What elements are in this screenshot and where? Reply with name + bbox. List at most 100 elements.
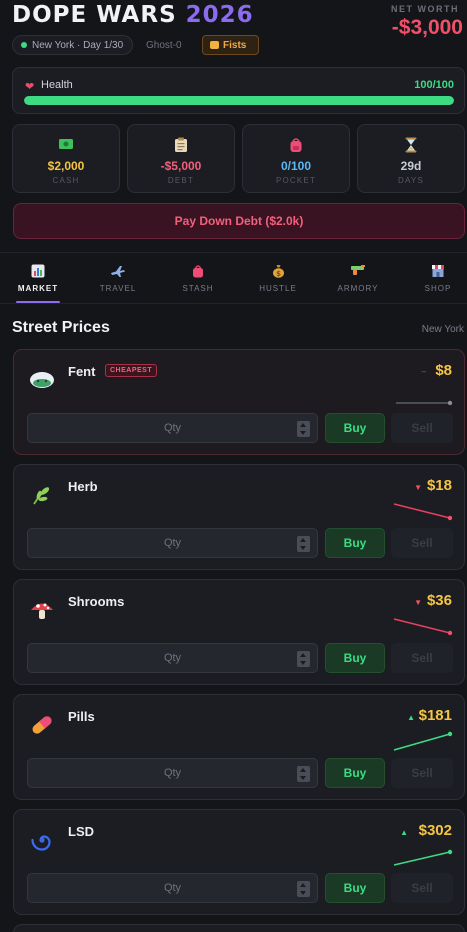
- trend-up-icon: ▲: [400, 828, 408, 837]
- store-icon: [408, 264, 467, 278]
- price-sparkline: [396, 400, 453, 406]
- health-bar-fill: [24, 96, 454, 105]
- cheapest-badge: CHEAPEST: [105, 364, 158, 377]
- sell-button[interactable]: Sell: [391, 413, 453, 443]
- qty-input[interactable]: Qty: [27, 413, 318, 443]
- tab-market[interactable]: MARKET: [8, 253, 68, 304]
- heart-icon: ❤: [25, 81, 35, 93]
- stat-cash-value: $2,000: [47, 159, 85, 173]
- drug-name: Fent: [68, 364, 96, 379]
- health-value: 100/100: [414, 79, 454, 91]
- drug-price: $36: [426, 592, 452, 609]
- health-label: Health: [41, 79, 73, 91]
- drug-name: Shrooms: [68, 594, 125, 609]
- drug-price: $302: [418, 822, 452, 839]
- tab-hustle[interactable]: $ HUSTLE: [248, 253, 308, 304]
- qty-input[interactable]: Qty: [27, 528, 318, 558]
- drug-card-next: [13, 924, 465, 932]
- tab-shop-label: SHOP: [424, 284, 452, 293]
- drug-card-lsd: LSD ▲ $302 Qty Buy Sell: [13, 809, 465, 915]
- sell-button[interactable]: Sell: [391, 758, 453, 788]
- header: DOPE WARS 2026 NET WORTH -$3,000 New Yor…: [0, 0, 467, 60]
- pay-debt-button[interactable]: Pay Down Debt ($2.0k): [13, 203, 465, 239]
- leaf-icon: [29, 482, 55, 508]
- hourglass-icon: [358, 137, 464, 153]
- trend-up-icon: ▲: [407, 713, 415, 722]
- tab-bar: MARKET TRAVEL STASH $ HUSTLE ARMORY SHOP: [0, 252, 467, 304]
- mushroom-icon: [29, 597, 55, 623]
- stat-debt-value: -$5,000: [160, 159, 202, 173]
- stat-days: 29d DAYS: [357, 124, 465, 193]
- spiral-icon: [29, 827, 55, 853]
- price-sparkline: [393, 618, 453, 636]
- qty-placeholder: Qty: [163, 422, 182, 434]
- stats-row: $2,000 CASH -$5,000 DEBT 0/100 POCKET 29…: [12, 124, 465, 193]
- drug-card-pills: Pills ▲ $181 Qty Buy Sell: [13, 694, 465, 800]
- backpack-icon: [243, 137, 349, 153]
- app-logo: DOPE WARS 2026: [12, 2, 254, 28]
- health-panel: ❤ Health 100/100: [12, 67, 465, 114]
- qty-input[interactable]: Qty: [27, 643, 318, 673]
- weapon-chip[interactable]: Fists: [202, 35, 259, 55]
- qty-stepper[interactable]: [297, 651, 310, 667]
- fist-icon: [210, 41, 219, 49]
- stat-debt: -$5,000 DEBT: [127, 124, 235, 193]
- qty-placeholder: Qty: [163, 767, 182, 779]
- tab-armory[interactable]: ARMORY: [328, 253, 388, 304]
- tab-stash[interactable]: STASH: [168, 253, 228, 304]
- tab-market-label: MARKET: [17, 284, 59, 293]
- tab-armory-label: ARMORY: [337, 284, 379, 293]
- player-name: Ghost-0: [146, 39, 182, 51]
- stat-days-label: DAYS: [398, 176, 424, 185]
- logo-title: DOPE WARS: [12, 2, 177, 28]
- money-bag-icon: $: [248, 264, 308, 278]
- buy-button[interactable]: Buy: [325, 528, 385, 558]
- sell-button[interactable]: Sell: [391, 643, 453, 673]
- qty-stepper[interactable]: [297, 536, 310, 552]
- drug-card-herb: Herb ▼ $18 Qty Buy Sell: [13, 464, 465, 570]
- buy-button[interactable]: Buy: [325, 643, 385, 673]
- cloud-icon: [29, 367, 55, 393]
- buy-button[interactable]: Buy: [325, 873, 385, 903]
- sell-button[interactable]: Sell: [391, 528, 453, 558]
- tab-travel-label: TRAVEL: [99, 284, 137, 293]
- pill-icon: [29, 712, 55, 738]
- plane-icon: [88, 264, 148, 278]
- svg-text:$: $: [276, 270, 281, 278]
- buy-button[interactable]: Buy: [325, 758, 385, 788]
- price-sparkline: [393, 849, 453, 866]
- qty-stepper[interactable]: [297, 421, 310, 437]
- drug-card-fent: Fent CHEAPEST – $8 Qty Buy Sell: [13, 349, 465, 455]
- weapon-label: Fists: [223, 39, 247, 51]
- drug-price: $181: [418, 707, 452, 724]
- cash-icon: [13, 137, 119, 153]
- stat-pocket-value: 0/100: [280, 159, 312, 173]
- tab-hustle-label: HUSTLE: [259, 284, 297, 293]
- tab-stash-label: STASH: [182, 284, 214, 293]
- trend-flat-icon: –: [421, 367, 426, 376]
- stat-pocket-label: POCKET: [275, 176, 317, 185]
- drug-price: $18: [426, 477, 452, 494]
- qty-stepper[interactable]: [297, 881, 310, 897]
- section-title: Street Prices: [12, 319, 110, 336]
- status-dot-icon: [21, 42, 27, 48]
- price-sparkline: [393, 731, 453, 751]
- qty-input[interactable]: Qty: [27, 873, 318, 903]
- tab-shop[interactable]: SHOP: [408, 253, 467, 304]
- stat-cash-label: CASH: [52, 176, 80, 185]
- bag-icon: [168, 264, 228, 278]
- trend-down-icon: ▼: [414, 598, 422, 607]
- sell-button[interactable]: Sell: [391, 873, 453, 903]
- qty-stepper[interactable]: [297, 766, 310, 782]
- location-text: New York · Day 1/30: [32, 39, 124, 51]
- drug-name: LSD: [68, 824, 94, 839]
- qty-input[interactable]: Qty: [27, 758, 318, 788]
- tab-travel[interactable]: TRAVEL: [88, 253, 148, 304]
- health-bar: [24, 96, 454, 105]
- net-worth-value: -$3,000: [391, 16, 463, 39]
- buy-button[interactable]: Buy: [325, 413, 385, 443]
- price-sparkline: [393, 503, 453, 521]
- drug-name: Pills: [68, 709, 95, 724]
- clipboard-icon: [128, 137, 234, 153]
- stat-pocket: 0/100 POCKET: [242, 124, 350, 193]
